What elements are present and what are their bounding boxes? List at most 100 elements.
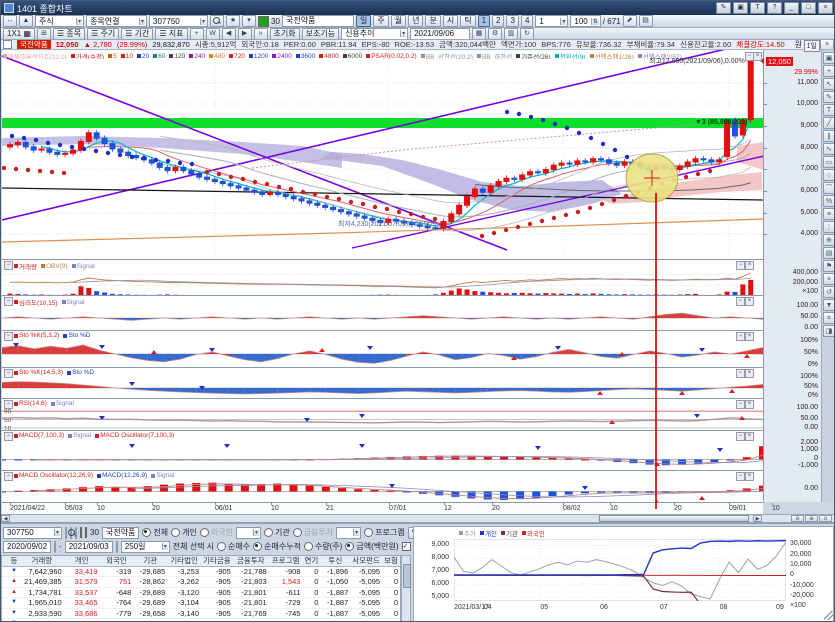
pen-tool-icon[interactable]: ✎ [823,91,835,103]
table-scrollbar[interactable] [401,555,411,622]
info-close-icon[interactable]: × [820,40,834,50]
text-icon[interactable]: T [750,2,765,14]
text-tool-icon[interactable]: T [823,104,835,116]
column-header[interactable]: 보험 [382,556,400,566]
parallel-line-tool-icon[interactable]: ∥ [823,130,835,142]
symbol-code-select[interactable]: 307750▾ [149,15,208,27]
scroll-end-icon[interactable]: » [254,28,268,40]
chart-date-input[interactable]: 2021/09/06 [410,28,470,40]
radio-net-buy-cumulative[interactable]: 순매수누적 [253,541,301,552]
scroll-left-button[interactable]: ◀ [1,515,10,522]
symbol-name-input[interactable]: 국전약품 [102,527,139,539]
radio-all[interactable]: 전체 [142,527,168,538]
table-row[interactable]: ▼1,965,01033,465-764-29,689-3,104-905-21… [2,598,400,609]
column-header[interactable]: 사모펀드 [350,556,382,566]
vline-tool-icon[interactable]: ⋮ [823,221,835,233]
end-date-input[interactable]: 2021/09/03 [65,541,113,553]
popout-icon[interactable]: ⬈ [623,15,637,27]
period-hour-button[interactable]: 시 [443,15,458,27]
radio-amount[interactable]: 금액(백만원) [345,541,398,552]
hline-tool-icon[interactable]: ≡ [823,208,835,220]
undo-tool-icon[interactable]: ↺ [823,286,835,298]
zoom-in-icon[interactable]: ⊕ [805,515,818,522]
erase-tool-icon[interactable]: × [823,273,835,285]
pattern-tool-icon[interactable]: ⌗ [823,312,835,324]
indicator-panel-sto2[interactable]: −Sto %K(14,5,3)Sto %D−× [2,367,763,399]
collapse-icon[interactable]: ▲ [19,15,33,27]
screen-icon[interactable]: ▣ [733,2,748,14]
column-header[interactable]: 기관 [133,556,167,566]
indicator-panel-simri[interactable]: −심리도(10,15)Signal−× [2,295,763,331]
search-icon[interactable] [210,15,224,27]
interval-1-button[interactable]: 1 [478,15,490,27]
column-header[interactable]: 연기금등 [302,556,320,566]
arc-tool-icon[interactable]: ⌒ [823,182,835,194]
indicator-panel-vol[interactable]: −거래량OBV(9)Signal−× [2,259,763,296]
scroll-right-button[interactable]: ▶ [753,515,762,522]
panel-tool-icon[interactable]: ◨ [823,325,835,337]
help-icon[interactable]: ? [767,2,782,14]
scroll-left-icon[interactable]: ◀ [222,28,236,40]
rect-tool-icon[interactable]: ▭ [823,156,835,168]
radio-individual[interactable]: 개인 [171,527,197,538]
radio-foreign[interactable]: 외국인 [200,527,233,538]
column-header[interactable]: 기타금융 [201,556,233,566]
settings-icon[interactable]: ⚙ [488,28,502,40]
symbol-link-select[interactable]: 종목연결▾ [86,15,147,27]
symbol-name-input[interactable]: 국전약품 [282,15,354,27]
period-tick-button[interactable]: 틱 [460,15,475,27]
w-mode-icon[interactable]: W [206,28,220,40]
radio-institution[interactable]: 기관 [264,527,290,538]
more-tools-icon[interactable]: ▼ [823,299,835,311]
column-header[interactable]: 기타법인 [167,556,201,566]
table-scroll-thumb[interactable] [403,564,411,588]
grid-tool-icon[interactable]: ▤ [823,247,835,259]
favorite-icon[interactable]: ★ [226,15,240,27]
toggle-period-button[interactable]: ☰ 주기 [87,28,119,40]
table-row[interactable]: ▲21,469,38531,579751-28,862-3,262-905-21… [2,577,400,588]
period-week-button[interactable]: 주 [373,15,388,27]
investor-mini-chart[interactable]: 주가개인기관외국인9,0008,0007,0006,0005,00030,000… [413,526,834,622]
indicator-panel-rsi[interactable]: −RSI(14,6)Signal−×905010 [2,398,763,431]
layout-1x1-button[interactable]: 1X1 ▦ [3,28,35,40]
radio-fininvest[interactable]: 금융투자 [293,527,333,538]
toggle-symbol-button[interactable]: ☰ 종목 [53,28,85,40]
radio-net-buy[interactable]: 순매수 [217,541,250,552]
layout-grid-icon[interactable]: ⊞ [37,28,51,40]
investor-table[interactable]: 등거래량개인외국인기관기타법인기타금융금융투자프로그램연기금등투신사모펀드보험▼… [1,555,401,622]
crosshair-tool-icon[interactable]: + [823,65,835,77]
asset-type-select[interactable]: 주식▾ [35,15,84,27]
toggle-indicator-button[interactable]: ☰ 지표 [155,28,187,40]
interval-3-button[interactable]: 3 [506,15,518,27]
column-header[interactable]: 투신 [320,556,350,566]
refresh-icon[interactable]: ↻ [520,28,534,40]
flag-tool-icon[interactable]: ⚑ [823,260,835,272]
table-row[interactable]: ▼7,642,96033,419-319-29,685-3,253-905-21… [2,567,400,578]
scroll-thumb[interactable] [599,515,749,522]
window-link-icon[interactable]: ↔ [3,15,17,27]
panel-layout-icon[interactable]: ▥ [504,28,518,40]
adjusted-price-checkbox[interactable]: ✓수정주가 [402,541,414,552]
indicator-panel-macd1[interactable]: −MACD(7,100,3)SignalMACD Oscillator(7,10… [2,430,763,471]
main-close-icon[interactable]: × [753,52,762,61]
favorite-dropdown-icon[interactable]: ▾ [242,15,256,27]
calendar-icon[interactable]: ▦ [116,541,118,553]
resize-grip[interactable] [824,611,833,620]
bar-count-spinner[interactable]: 100⇅ [570,15,600,27]
pointer-tool-icon[interactable]: ↖ [823,78,835,90]
ellipse-tool-icon[interactable]: ○ [823,169,835,181]
title-bar[interactable]: 1401 종합차트 ✎▣T?_□× [1,1,835,15]
trendline-tool-icon[interactable]: ╱ [823,117,835,129]
price-axis[interactable]: 1일 12,050 29.99% 11,00010,0009,0008,0007… [763,50,822,502]
chart-style-icon[interactable]: ▣ [823,52,835,64]
aux-function-button[interactable]: 보조기능 [302,28,339,40]
fibonacci-tool-icon[interactable]: % [823,195,835,207]
toggle-range-button[interactable]: ☰ 기간 [121,28,153,40]
search-icon[interactable] [65,527,67,539]
foreign-select[interactable]: ▾ [236,527,261,539]
interval-select[interactable]: 1▾ [535,15,568,27]
scroll-right-icon[interactable]: ▶ [238,28,252,40]
interval-4-button[interactable]: 4 [521,15,533,27]
column-header[interactable]: 등 [8,556,20,566]
radio-program[interactable]: 프로그램 [364,527,404,538]
